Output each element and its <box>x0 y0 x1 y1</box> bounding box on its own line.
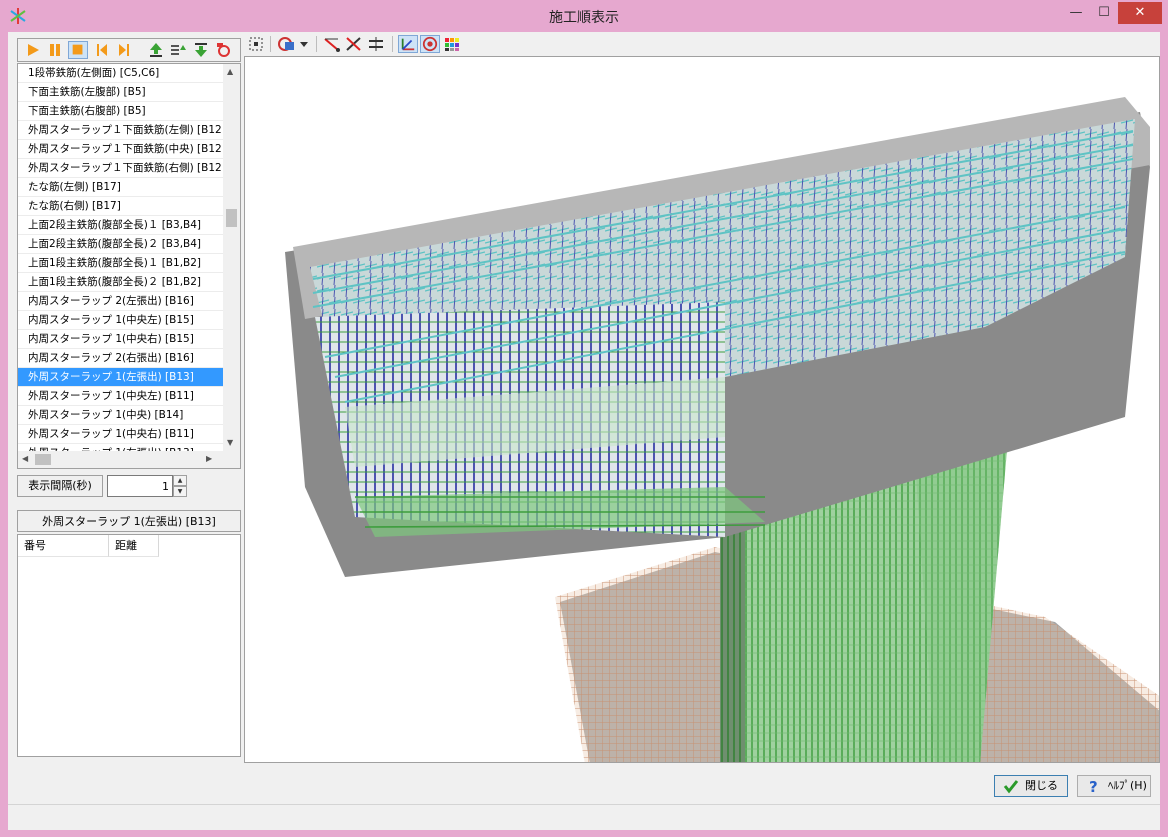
step-list-item[interactable]: 下面主鉄筋(左腹部) [B5] <box>18 83 224 102</box>
window-title: 施工順表示 <box>549 10 619 26</box>
playback-toolbar <box>17 38 241 62</box>
step-list-item[interactable]: たな筋(左側) [B17] <box>18 178 224 197</box>
checkmark-icon <box>1003 780 1019 794</box>
close-button[interactable]: 閉じる <box>994 775 1068 797</box>
scroll-down-arrow-icon[interactable]: ▼ <box>227 438 233 447</box>
vertical-scroll-thumb[interactable] <box>226 209 237 227</box>
step-list-item[interactable]: 下面主鉄筋(右腹部) [B5] <box>18 102 224 121</box>
step-list[interactable]: 1段帯鉄筋(左側面) [C5,C6] 下面主鉄筋(左腹部) [B5] 下面主鉄筋(右… <box>17 63 241 469</box>
fit-view-icon[interactable] <box>246 35 266 53</box>
svg-text:?: ? <box>1089 778 1098 794</box>
detail-title: 外周スターラップ 1(左張出) [B13] <box>17 510 241 532</box>
dimension-icon[interactable] <box>366 35 386 53</box>
target-icon[interactable] <box>420 35 440 53</box>
help-button[interactable]: ? ﾍﾙﾌﾟ(H) <box>1077 775 1151 797</box>
toolbar-separator <box>392 36 393 52</box>
title-bar: 施工順表示 — ☐ ✕ <box>0 0 1168 32</box>
step-list-item[interactable]: 外周スターラップ 1(中央右) [B11] <box>18 425 224 444</box>
view-direction-icon[interactable] <box>276 35 310 53</box>
scroll-left-arrow-icon[interactable]: ◀ <box>22 454 28 463</box>
detail-list[interactable]: 番号 距離 <box>17 534 241 757</box>
step-list-item[interactable]: 内周スターラップ 2(左張出) [B16] <box>18 292 224 311</box>
step-list-item[interactable]: 外周スターラップ 1(中央) [B14] <box>18 406 224 425</box>
step-list-item[interactable]: 外周スターラップ１下面鉄筋(中央) [B12 <box>18 140 224 159</box>
step-list-item[interactable]: 外周スターラップ１下面鉄筋(右側) [B12 <box>18 159 224 178</box>
question-icon: ? <box>1089 778 1098 794</box>
step-list-item[interactable]: 外周スターラップ 1(中央左) [B11] <box>18 387 224 406</box>
step-list-item[interactable]: たな筋(右側) [B17] <box>18 197 224 216</box>
rebar-3d-model <box>285 97 1159 762</box>
column-header-distance[interactable]: 距離 <box>109 535 159 557</box>
list-up-icon[interactable] <box>168 41 188 59</box>
close-window-button[interactable]: ✕ <box>1118 2 1162 24</box>
step-list-item[interactable]: 外周スターラップ 1(左張出) [B13] <box>18 368 224 387</box>
step-list-item[interactable]: 上面1段主鉄筋(腹部全長)２ [B1,B2] <box>18 273 224 292</box>
step-list-item[interactable]: 内周スターラップ 1(中央右) [B15] <box>18 330 224 349</box>
rebar-select-icon[interactable] <box>322 35 342 53</box>
step-list-item[interactable]: 内周スターラップ 1(中央左) [B15] <box>18 311 224 330</box>
next-icon[interactable] <box>114 41 134 59</box>
view-toolbar <box>244 32 1160 56</box>
stop-icon[interactable] <box>68 41 88 59</box>
scrollbar-corner <box>223 451 240 468</box>
help-button-label: ﾍﾙﾌﾟ(H) <box>1108 779 1147 792</box>
move-up-icon[interactable] <box>146 41 166 59</box>
step-list-item[interactable]: 上面2段主鉄筋(腹部全長)２ [B3,B4] <box>18 235 224 254</box>
button-bar: 閉じる ? ﾍﾙﾌﾟ(H) <box>8 763 1160 803</box>
vertical-scrollbar[interactable]: ▲ ▼ <box>223 64 240 451</box>
step-list-item[interactable]: 上面2段主鉄筋(腹部全長)１ [B3,B4] <box>18 216 224 235</box>
minimize-button[interactable]: — <box>1062 2 1090 24</box>
step-list-item[interactable]: 内周スターラップ 2(右張出) [B16] <box>18 349 224 368</box>
prev-icon[interactable] <box>92 41 112 59</box>
dialog-client: 1段帯鉄筋(左側面) [C5,C6] 下面主鉄筋(左腹部) [B5] 下面主鉄筋(右… <box>8 32 1160 830</box>
toolbar-separator <box>270 36 271 52</box>
step-list-item[interactable]: 上面1段主鉄筋(腹部全長)１ [B1,B2] <box>18 254 224 273</box>
rebar-toggle-icon[interactable] <box>344 35 364 53</box>
spin-up-icon[interactable]: ▲ <box>173 475 187 486</box>
3d-viewport[interactable] <box>244 56 1160 763</box>
interval-input[interactable] <box>107 475 173 497</box>
horizontal-scroll-thumb[interactable] <box>35 454 51 465</box>
interval-label: 表示間隔(秒) <box>17 475 103 497</box>
axis-icon[interactable] <box>398 35 418 53</box>
scroll-up-arrow-icon[interactable]: ▲ <box>227 67 233 76</box>
step-list-item[interactable]: 外周スターラップ１下面鉄筋(左側) [B12 <box>18 121 224 140</box>
maximize-button[interactable]: ☐ <box>1090 2 1118 24</box>
play-icon[interactable] <box>23 41 43 59</box>
status-bar <box>8 804 1160 830</box>
column-header-number[interactable]: 番号 <box>18 535 109 557</box>
move-down-icon[interactable] <box>191 41 211 59</box>
spin-down-icon[interactable]: ▼ <box>173 486 187 497</box>
scroll-right-arrow-icon[interactable]: ▶ <box>206 454 212 463</box>
pause-icon[interactable] <box>45 41 65 59</box>
color-palette-icon[interactable] <box>442 35 462 53</box>
horizontal-scrollbar[interactable]: ◀ ▶ <box>18 451 224 468</box>
step-list-item[interactable]: 1段帯鉄筋(左側面) [C5,C6] <box>18 64 224 83</box>
toolbar-separator <box>316 36 317 52</box>
close-button-label: 閉じる <box>1025 779 1058 792</box>
reset-icon[interactable] <box>214 41 234 59</box>
